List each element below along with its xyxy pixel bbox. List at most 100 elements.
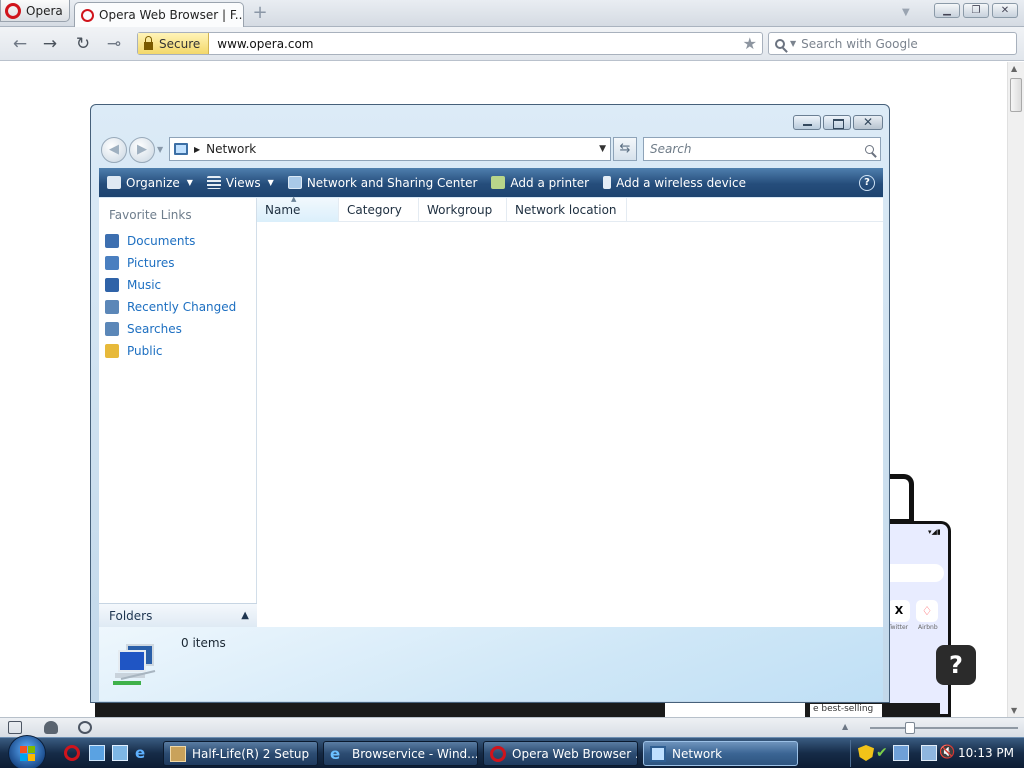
favorite-link-label: Public (127, 344, 163, 358)
favorite-link-pictures[interactable]: Pictures (105, 252, 236, 274)
explorer-search-input[interactable]: Search (643, 137, 881, 161)
scroll-up-arrow-icon[interactable]: ▲ (1011, 64, 1017, 73)
window-minimize-button[interactable] (793, 115, 821, 130)
taskbar-button-network[interactable]: Network (643, 741, 798, 766)
breadcrumb-separator-icon[interactable]: ▶ (194, 145, 200, 154)
phone-search-bar (884, 564, 944, 582)
phone-label-twitter: Twitter (888, 624, 909, 631)
views-button[interactable]: Views ▼ (206, 175, 274, 190)
phone-label-airbnb: Airbnb (918, 624, 938, 631)
breadcrumb[interactable]: ▶ Network ▼ (169, 137, 611, 161)
taskbar-button-browservice[interactable]: e Browservice - Wind... (323, 741, 478, 766)
quicklaunch-switch-windows-icon[interactable] (112, 745, 128, 761)
window-close-button[interactable]: ✕ (853, 115, 883, 130)
back-arrow-icon[interactable]: ← (10, 34, 30, 54)
browser-tab[interactable]: Opera Web Browser | F... ✕ (74, 2, 244, 27)
folders-label: Folders (109, 608, 153, 623)
folder-icon (105, 344, 119, 358)
browser-minimize-button[interactable]: ▁ (934, 3, 960, 18)
start-button[interactable] (8, 735, 46, 768)
favorite-link-public[interactable]: Public (105, 340, 236, 362)
network-status-icon[interactable] (921, 745, 937, 761)
music-icon (105, 278, 119, 292)
new-tab-button[interactable]: + (250, 4, 270, 22)
sort-ascending-icon: ▲ (291, 195, 297, 203)
network-sharing-center-button[interactable]: Network and Sharing Center (287, 176, 477, 190)
window-maximize-button[interactable] (823, 115, 851, 130)
lock-icon (144, 35, 153, 50)
opera-icon (490, 745, 506, 762)
safely-remove-icon[interactable]: ✔ (876, 745, 892, 761)
views-icon (206, 176, 221, 189)
zoom-slider-thumb[interactable] (905, 722, 915, 734)
key-icon[interactable]: ⊸ (104, 34, 124, 54)
help-icon[interactable]: ? (859, 174, 875, 191)
chevron-up-icon: ▲ (241, 610, 249, 621)
opera-menu-button[interactable]: Opera (0, 0, 70, 22)
panel-toggle-icon[interactable] (8, 721, 22, 734)
quicklaunch-show-desktop-icon[interactable] (89, 745, 105, 761)
breadcrumb-location[interactable]: Network (206, 142, 256, 156)
bookmark-star-icon[interactable]: ★ (743, 34, 757, 53)
volume-muted-icon[interactable]: 🔇 (939, 745, 955, 761)
add-wireless-device-button[interactable]: Add a wireless device (603, 176, 746, 190)
file-list-pane[interactable]: ▲ Name Category Workgroup Network locati… (257, 195, 883, 627)
scroll-down-arrow-icon[interactable]: ▼ (1011, 706, 1017, 715)
secure-label: Secure (159, 36, 201, 51)
taskbar-button-half-life[interactable]: Half-Life(R) 2 Setup (163, 741, 318, 766)
page-scrollbar[interactable]: ▲ ▼ (1007, 62, 1024, 717)
address-field[interactable]: Secure www.opera.com ★ (137, 32, 763, 55)
folders-toggle[interactable]: Folders ▲ (99, 603, 257, 627)
windows-logo-icon (28, 746, 35, 753)
wireless-icon (603, 176, 612, 189)
column-name-label: Name (265, 203, 301, 217)
security-shield-icon[interactable] (858, 745, 874, 761)
zoom-slider[interactable] (870, 727, 1018, 729)
favorite-links-title: Favorite Links (109, 208, 192, 222)
column-header-category[interactable]: Category (339, 198, 419, 222)
page-help-button[interactable]: ? (936, 645, 976, 685)
reload-icon[interactable]: ↻ (73, 34, 93, 54)
favorite-link-searches[interactable]: Searches (105, 318, 236, 340)
browser-search-field[interactable]: ▼ Search with Google (768, 32, 1017, 55)
column-header-workgroup[interactable]: Workgroup (419, 198, 507, 222)
airbnb-icon: ♢ (916, 600, 938, 622)
turbo-icon[interactable] (78, 721, 92, 734)
favorite-link-documents[interactable]: Documents (105, 230, 236, 252)
browser-close-button[interactable]: ✕ (992, 3, 1018, 18)
search-engine-dropdown-icon[interactable]: ▼ (790, 39, 796, 48)
search-icon[interactable] (865, 144, 874, 154)
favorite-link-music[interactable]: Music (105, 274, 236, 296)
browser-restore-button[interactable]: ❐ (963, 3, 989, 18)
column-header-network-location[interactable]: Network location (507, 198, 627, 222)
page-text-snippet: e best-selling (810, 704, 882, 717)
organize-button[interactable]: Organize ▼ (107, 176, 193, 190)
tray-app-icon[interactable] (893, 745, 909, 761)
quicklaunch-opera-icon[interactable] (64, 745, 80, 761)
chevron-down-icon: ▼ (267, 178, 274, 187)
explorer-forward-button[interactable]: ▶ (129, 137, 155, 163)
favorite-link-label: Pictures (127, 256, 175, 270)
network-icon (650, 745, 666, 762)
tab-list-chevron-icon[interactable]: ▼ (902, 7, 910, 18)
documents-icon (105, 234, 119, 248)
ie-icon: e (330, 744, 341, 763)
cloud-icon[interactable] (44, 721, 58, 734)
column-header-name[interactable]: ▲ Name (257, 195, 339, 222)
favorite-link-recently-changed[interactable]: Recently Changed (105, 296, 236, 318)
refresh-button[interactable]: ⇆ (613, 137, 637, 161)
zoom-out-icon[interactable]: ▲ (842, 722, 848, 731)
views-label: Views (225, 175, 261, 190)
opera-menu-label: Opera (26, 3, 63, 18)
page-scrollbar-thumb[interactable] (1010, 78, 1022, 112)
secure-badge[interactable]: Secure (138, 33, 210, 54)
taskbar-button-opera[interactable]: Opera Web Browser ... (483, 741, 638, 766)
column-headers: ▲ Name Category Workgroup Network locati… (257, 195, 883, 222)
system-clock[interactable]: 10:13 PM (958, 746, 1014, 760)
forward-arrow-icon[interactable]: → (40, 34, 60, 54)
add-printer-button[interactable]: Add a printer (491, 176, 589, 190)
explorer-back-button[interactable]: ◀ (101, 137, 127, 163)
recent-pages-chevron-icon[interactable]: ▼ (157, 145, 163, 154)
address-history-chevron-icon[interactable]: ▼ (599, 144, 606, 154)
quicklaunch-ie-icon[interactable]: e (135, 745, 151, 761)
